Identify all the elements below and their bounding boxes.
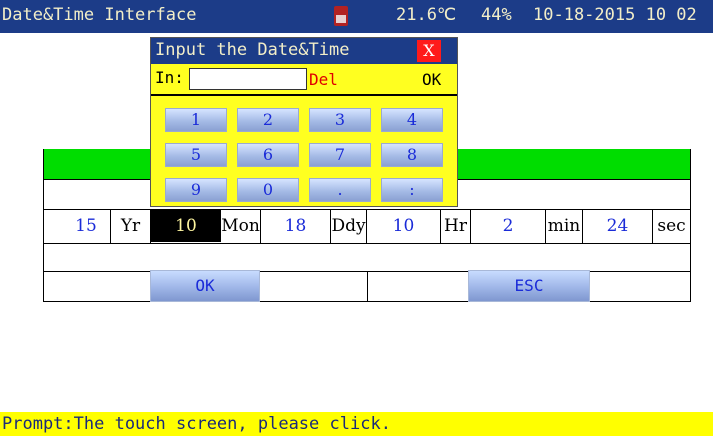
esc-button[interactable]: ESC [468, 270, 590, 302]
hour-unit: Hr [444, 216, 467, 236]
prompt-bar: Prompt:The touch screen, please click. [0, 412, 713, 436]
dialog-title: Input the Date&Time [155, 40, 350, 60]
day-field[interactable]: 18 [261, 210, 330, 242]
key-5[interactable]: 5 [165, 143, 227, 167]
ok-button[interactable]: OK [150, 270, 260, 302]
key-6[interactable]: 6 [237, 143, 299, 167]
key-0[interactable]: 0 [237, 178, 299, 202]
clock-readout: 10-18-2015 10 02 [533, 5, 697, 25]
grid-line [43, 149, 44, 302]
grid-line [43, 243, 691, 244]
key-3[interactable]: 3 [309, 108, 371, 132]
prompt-text: Prompt:The touch screen, please click. [2, 414, 391, 434]
key-9[interactable]: 9 [165, 178, 227, 202]
key-colon[interactable]: : [381, 178, 443, 202]
title-bar: Date&Time Interface 21.6℃ 44% 10-18-2015… [0, 0, 713, 33]
input-row: In: Del OK [151, 64, 457, 96]
date-time-input-dialog: Input the Date&Time X In: Del OK 1 2 3 4… [150, 37, 458, 207]
key-dot[interactable]: . [309, 178, 371, 202]
year-unit: Yr [120, 216, 141, 236]
hour-field[interactable]: 10 [367, 210, 440, 242]
second-field[interactable]: 24 [583, 210, 652, 242]
minute-field[interactable]: 2 [471, 210, 545, 242]
key-7[interactable]: 7 [309, 143, 371, 167]
key-1[interactable]: 1 [165, 108, 227, 132]
day-unit: Ddy [331, 216, 366, 236]
humidity-readout: 44% [481, 5, 512, 25]
screen-title: Date&Time Interface [2, 5, 197, 25]
month-field[interactable]: 10 [151, 210, 221, 242]
minute-unit: min [547, 216, 581, 236]
grid-line [367, 271, 368, 302]
year-field[interactable]: 15 [62, 210, 110, 242]
close-button[interactable]: X [417, 40, 441, 62]
dialog-title-bar: Input the Date&Time X [151, 38, 457, 64]
sd-card-icon [334, 6, 348, 26]
month-unit: Mon [221, 216, 260, 236]
confirm-button[interactable]: OK [422, 70, 441, 89]
second-unit: sec [657, 216, 686, 236]
grid-line [690, 149, 691, 302]
temperature-readout: 21.6℃ [396, 5, 457, 25]
delete-button[interactable]: Del [309, 70, 338, 89]
input-field[interactable] [189, 68, 307, 90]
input-label: In: [155, 68, 184, 87]
key-2[interactable]: 2 [237, 108, 299, 132]
key-8[interactable]: 8 [381, 143, 443, 167]
key-4[interactable]: 4 [381, 108, 443, 132]
